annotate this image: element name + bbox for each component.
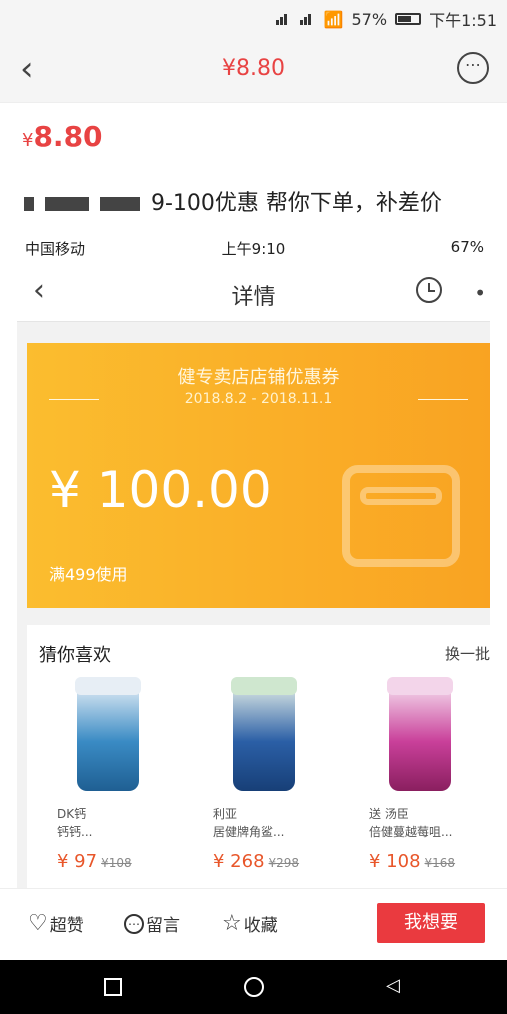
product-old-price: ¥168 xyxy=(424,856,456,870)
product-card: 利亚 居健牌角鲨... ¥ 268 ¥298 xyxy=(193,677,343,887)
image-time: 上午9:10 xyxy=(221,240,286,258)
home-icon[interactable] xyxy=(244,977,264,997)
clock-time: 下午1:51 xyxy=(429,11,497,30)
comment-button[interactable]: ⋯ 留言 xyxy=(124,911,180,936)
signal-icon-2 xyxy=(299,13,316,25)
description-text: 9-100优惠 帮你下单，补差价 xyxy=(151,191,442,216)
coupon-card: 健专卖店店铺优惠券 2018.8.2 - 2018.11.1 ¥ 100.00 … xyxy=(27,343,490,608)
favorite-button[interactable]: ☆ 收藏 xyxy=(222,911,278,936)
product-title-line1: 利亚 xyxy=(213,807,238,821)
product-bottle-image xyxy=(77,681,139,791)
product-price-value: ¥ 108 xyxy=(369,851,421,872)
product-price: ¥ 108 ¥168 xyxy=(369,851,455,872)
wifi-icon: 📶 xyxy=(323,9,344,29)
more-options-icon[interactable]: ⋯ xyxy=(457,52,489,84)
product-title-line2: 倍健蔓越莓咀... xyxy=(369,825,453,839)
product-title: DK钙 钙钙... xyxy=(57,805,187,841)
coupon-title: 健专卖店店铺优惠券 xyxy=(177,367,340,388)
back-nav-icon[interactable]: ◁ xyxy=(386,977,400,995)
listing-image[interactable]: 中国移动 上午9:10 67% ‹ 详情 • 健专卖店店铺优惠券 2018.8.… xyxy=(17,233,490,888)
product-title-line1: DK钙 xyxy=(57,807,87,821)
like-button[interactable]: ♡ 超赞 xyxy=(28,911,84,936)
product-price-value: ¥ 97 xyxy=(57,851,98,872)
product-bottle-cap xyxy=(75,677,141,695)
listing-description: 9-100优惠 帮你下单，补差价 xyxy=(24,185,442,217)
battery-percent: 57% xyxy=(351,9,388,29)
heart-icon: ♡ xyxy=(28,911,48,936)
store-icon xyxy=(342,465,460,567)
product-bottle-image xyxy=(233,681,295,791)
bottom-action-bar: ♡ 超赞 ⋯ 留言 ☆ 收藏 我想要 xyxy=(0,888,507,961)
coupon-amount: ¥ 100.00 xyxy=(49,461,272,519)
product-title: 送 汤臣 倍健蔓越莓咀... xyxy=(369,805,490,841)
product-title-line2: 钙钙... xyxy=(57,825,93,839)
signal-icon xyxy=(275,13,292,25)
product-title-line2: 居健牌角鲨... xyxy=(213,825,285,839)
product-title-line1: 送 汤臣 xyxy=(369,807,409,821)
android-nav-bar: ◁ xyxy=(0,960,507,1014)
product-bottle-image xyxy=(389,681,451,791)
want-button[interactable]: 我想要 xyxy=(377,903,485,943)
listing-price: ¥8.80 xyxy=(22,120,103,153)
image-status-bar: 中国移动 上午9:10 67% xyxy=(17,233,490,263)
product-old-price: ¥108 xyxy=(101,856,132,870)
favorite-label: 收藏 xyxy=(243,916,278,936)
product-price-value: ¥ 268 xyxy=(213,851,265,872)
redacted-block xyxy=(24,197,34,211)
product-card: 送 汤臣 倍健蔓越莓咀... ¥ 108 ¥168 xyxy=(349,677,490,887)
comment-icon: ⋯ xyxy=(124,913,144,934)
image-nav-bar: ‹ 详情 • xyxy=(17,263,490,322)
image-more-icon: • xyxy=(474,281,486,305)
price-value: 8.80 xyxy=(33,120,103,153)
coupon-date-range: 2018.8.2 - 2018.11.1 xyxy=(184,391,333,407)
star-icon: ☆ xyxy=(222,911,242,936)
product-title: 利亚 居健牌角鲨... xyxy=(213,805,343,841)
app-bar: ‹ ¥8.80 ⋯ xyxy=(0,36,507,103)
app-bar-price: ¥8.80 xyxy=(222,56,285,81)
product-bottle-cap xyxy=(387,677,453,695)
recommend-section: 猜你喜欢 换一批 DK钙 钙钙... ¥ 97 ¥108 利亚 居健牌角鲨... … xyxy=(27,625,490,888)
product-price: ¥ 268 ¥298 xyxy=(213,851,299,872)
switch-batch-link: 换一批 xyxy=(444,645,490,663)
comment-label: 留言 xyxy=(146,916,180,936)
image-alarm-icon xyxy=(416,277,442,303)
redacted-block xyxy=(45,197,89,211)
like-label: 超赞 xyxy=(49,916,84,936)
product-bottle-cap xyxy=(231,677,297,695)
coupon-condition: 满499使用 xyxy=(49,565,128,584)
status-bar: 📶 57% 下午1:51 xyxy=(0,0,507,36)
recommend-header: 猜你喜欢 xyxy=(39,645,111,666)
product-card: DK钙 钙钙... ¥ 97 ¥108 xyxy=(37,677,187,887)
redacted-block xyxy=(100,197,140,211)
image-battery: 67% xyxy=(450,238,484,256)
battery-icon xyxy=(395,13,422,25)
recent-apps-icon[interactable] xyxy=(104,978,122,996)
product-price: ¥ 97 ¥108 xyxy=(57,851,132,872)
product-old-price: ¥298 xyxy=(268,856,300,870)
price-currency: ¥ xyxy=(22,130,34,151)
